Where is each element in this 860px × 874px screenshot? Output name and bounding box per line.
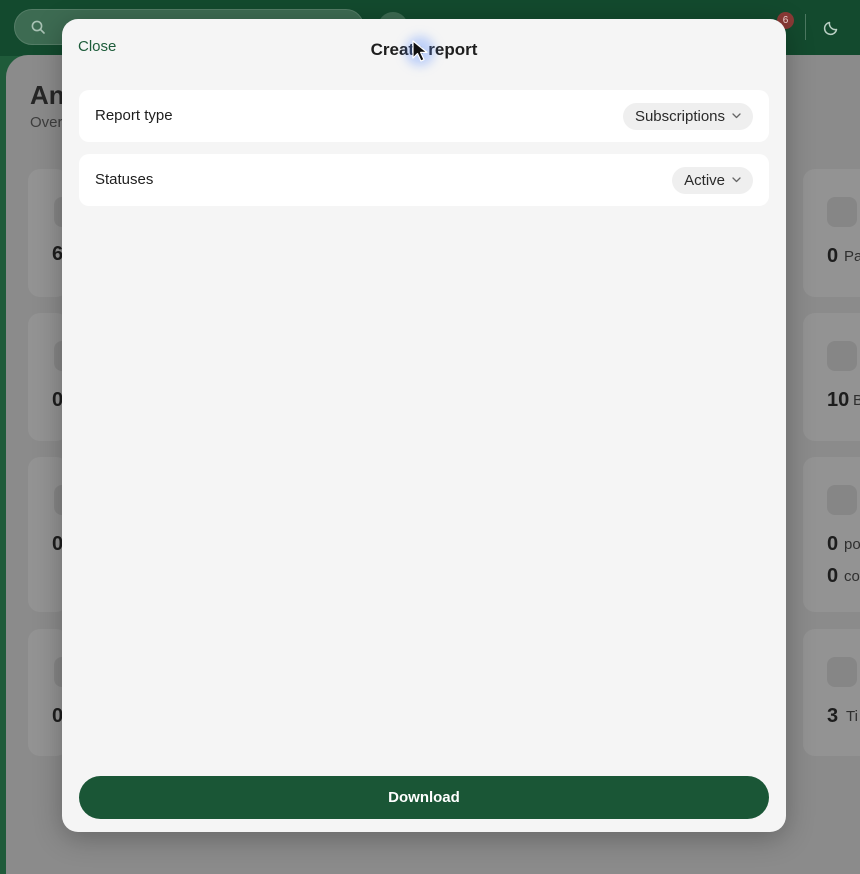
monitor-icon [827, 341, 857, 371]
report-type-value: Subscriptions [634, 108, 725, 125]
stat-label: co [844, 568, 860, 585]
chevron-down-icon [732, 113, 741, 119]
stat-card-tickets[interactable]: 3 Ti [803, 629, 860, 756]
statuses-row: Statuses Active [79, 154, 769, 206]
statuses-select[interactable]: Active [672, 167, 753, 194]
stat-card-payments[interactable]: 0 Pa [803, 169, 860, 297]
search-icon [31, 20, 45, 34]
chevron-down-icon [732, 177, 741, 183]
stat-number: 0 [827, 245, 839, 267]
dollar-icon [827, 197, 857, 227]
ticket-icon [827, 657, 857, 687]
stat-label: B [853, 392, 860, 409]
report-type-row: Report type Subscriptions [79, 90, 769, 142]
report-type-select[interactable]: Subscriptions [622, 103, 753, 130]
stat-label: Ti [846, 708, 858, 725]
page-title: An [30, 80, 65, 110]
stat-number: 10 [827, 389, 850, 411]
rss-icon [827, 485, 857, 515]
stat-label: po [844, 536, 860, 553]
moon-icon[interactable] [823, 18, 841, 36]
divider [805, 14, 806, 40]
stat-number: 0 [827, 533, 839, 555]
statuses-label: Statuses [95, 171, 154, 188]
stat-number: 3 [827, 705, 839, 727]
statuses-value: Active [684, 172, 725, 189]
download-button[interactable]: Download [79, 776, 769, 819]
page-subtitle: Over [30, 114, 63, 131]
stat-label: Pa [844, 248, 860, 265]
stat-card-posts[interactable]: 0 po 0 co [803, 457, 860, 612]
stat-card-browsers[interactable]: 10 B [803, 313, 860, 441]
mouse-cursor-icon [412, 40, 428, 62]
create-report-modal: Close Create report Report type Subscrip… [62, 19, 786, 832]
stat-number: 0 [827, 565, 839, 587]
report-type-label: Report type [95, 107, 173, 124]
